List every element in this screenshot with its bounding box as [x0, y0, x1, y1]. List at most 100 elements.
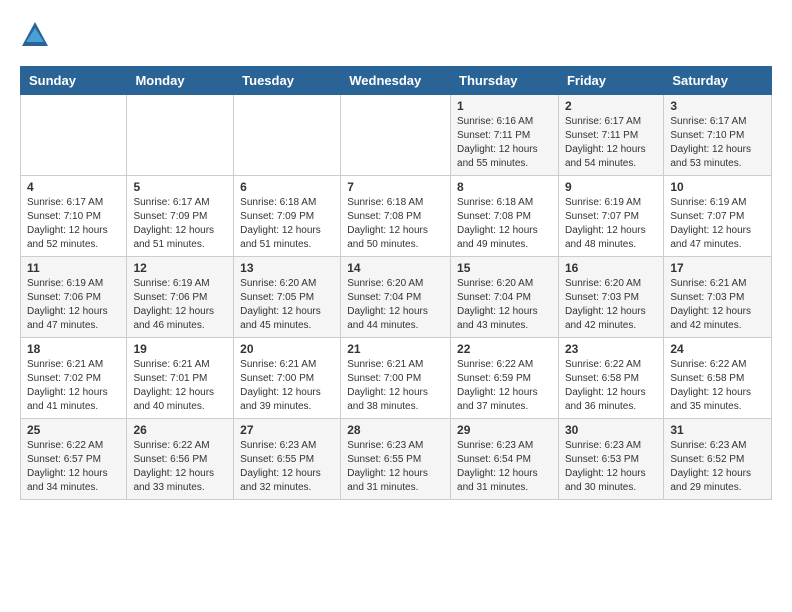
day-number: 16: [565, 261, 657, 275]
calendar-cell: 9 Sunrise: 6:19 AMSunset: 7:07 PMDaylight…: [558, 176, 663, 257]
calendar-cell: 19 Sunrise: 6:21 AMSunset: 7:01 PMDayligh…: [127, 338, 234, 419]
day-number: 6: [240, 180, 334, 194]
day-number: 15: [457, 261, 552, 275]
day-info: Sunrise: 6:23 AMSunset: 6:53 PMDaylight:…: [565, 439, 657, 495]
day-header-friday: Friday: [558, 67, 663, 95]
calendar-cell: 6 Sunrise: 6:18 AMSunset: 7:09 PMDaylight…: [234, 176, 341, 257]
day-info: Sunrise: 6:17 AMSunset: 7:10 PMDaylight:…: [27, 196, 120, 252]
day-header-monday: Monday: [127, 67, 234, 95]
calendar-cell: 21 Sunrise: 6:21 AMSunset: 7:00 PMDayligh…: [341, 338, 451, 419]
day-info: Sunrise: 6:20 AMSunset: 7:04 PMDaylight:…: [347, 277, 444, 333]
day-header-sunday: Sunday: [21, 67, 127, 95]
calendar-cell: [127, 95, 234, 176]
day-info: Sunrise: 6:22 AMSunset: 6:57 PMDaylight:…: [27, 439, 120, 495]
calendar-cell: 23Sunrise: 6:22 AMSunset: 6:58 PMDayligh…: [558, 338, 663, 419]
day-info: Sunrise: 6:21 AMSunset: 7:01 PMDaylight:…: [133, 358, 227, 414]
day-number: 24: [670, 342, 765, 356]
day-number: 22: [457, 342, 552, 356]
day-number: 3: [670, 99, 765, 113]
calendar-cell: 10Sunrise: 6:19 AMSunset: 7:07 PMDayligh…: [664, 176, 772, 257]
day-info: Sunrise: 6:19 AMSunset: 7:06 PMDaylight:…: [133, 277, 227, 333]
calendar-cell: 16 Sunrise: 6:20 AMSunset: 7:03 PMDayligh…: [558, 257, 663, 338]
calendar-cell: 30 Sunrise: 6:23 AMSunset: 6:53 PMDayligh…: [558, 419, 663, 500]
calendar-cell: [21, 95, 127, 176]
calendar-cell: 18 Sunrise: 6:21 AMSunset: 7:02 PMDayligh…: [21, 338, 127, 419]
calendar-header-row: SundayMondayTuesdayWednesdayThursdayFrid…: [21, 67, 772, 95]
day-info: Sunrise: 6:21 AMSunset: 7:00 PMDaylight:…: [347, 358, 444, 414]
day-number: 31: [670, 423, 765, 437]
calendar-cell: 26 Sunrise: 6:22 AMSunset: 6:56 PMDayligh…: [127, 419, 234, 500]
calendar-cell: 1 Sunrise: 6:16 AMSunset: 7:11 PMDaylight…: [451, 95, 559, 176]
calendar-cell: 5 Sunrise: 6:17 AMSunset: 7:09 PMDaylight…: [127, 176, 234, 257]
day-info: Sunrise: 6:21 AMSunset: 7:03 PMDaylight:…: [670, 277, 765, 333]
day-info: Sunrise: 6:16 AMSunset: 7:11 PMDaylight:…: [457, 115, 552, 171]
day-number: 2: [565, 99, 657, 113]
day-number: 27: [240, 423, 334, 437]
day-number: 10: [670, 180, 765, 194]
day-number: 13: [240, 261, 334, 275]
calendar-cell: 25 Sunrise: 6:22 AMSunset: 6:57 PMDayligh…: [21, 419, 127, 500]
day-info: Sunrise: 6:23 AMSunset: 6:55 PMDaylight:…: [347, 439, 444, 495]
logo-icon: [20, 20, 50, 50]
day-info: Sunrise: 6:20 AMSunset: 7:03 PMDaylight:…: [565, 277, 657, 333]
day-number: 18: [27, 342, 120, 356]
day-number: 23: [565, 342, 657, 356]
day-info: Sunrise: 6:19 AMSunset: 7:06 PMDaylight:…: [27, 277, 120, 333]
calendar-cell: [234, 95, 341, 176]
calendar-cell: 17Sunrise: 6:21 AMSunset: 7:03 PMDayligh…: [664, 257, 772, 338]
calendar-cell: 20Sunrise: 6:21 AMSunset: 7:00 PMDayligh…: [234, 338, 341, 419]
day-number: 14: [347, 261, 444, 275]
day-info: Sunrise: 6:20 AMSunset: 7:04 PMDaylight:…: [457, 277, 552, 333]
calendar-cell: 14 Sunrise: 6:20 AMSunset: 7:04 PMDayligh…: [341, 257, 451, 338]
calendar-cell: 27 Sunrise: 6:23 AMSunset: 6:55 PMDayligh…: [234, 419, 341, 500]
calendar-cell: 15 Sunrise: 6:20 AMSunset: 7:04 PMDayligh…: [451, 257, 559, 338]
day-number: 25: [27, 423, 120, 437]
day-number: 11: [27, 261, 120, 275]
day-info: Sunrise: 6:19 AMSunset: 7:07 PMDaylight:…: [565, 196, 657, 252]
calendar-cell: 3Sunrise: 6:17 AMSunset: 7:10 PMDaylight…: [664, 95, 772, 176]
day-info: Sunrise: 6:18 AMSunset: 7:08 PMDaylight:…: [347, 196, 444, 252]
day-info: Sunrise: 6:17 AMSunset: 7:09 PMDaylight:…: [133, 196, 227, 252]
day-number: 1: [457, 99, 552, 113]
day-number: 5: [133, 180, 227, 194]
day-info: Sunrise: 6:22 AMSunset: 6:59 PMDaylight:…: [457, 358, 552, 414]
day-info: Sunrise: 6:22 AMSunset: 6:56 PMDaylight:…: [133, 439, 227, 495]
day-info: Sunrise: 6:20 AMSunset: 7:05 PMDaylight:…: [240, 277, 334, 333]
day-header-thursday: Thursday: [451, 67, 559, 95]
day-header-wednesday: Wednesday: [341, 67, 451, 95]
day-number: 4: [27, 180, 120, 194]
calendar-week-4: 18 Sunrise: 6:21 AMSunset: 7:02 PMDayligh…: [21, 338, 772, 419]
day-number: 9: [565, 180, 657, 194]
calendar-week-3: 11 Sunrise: 6:19 AMSunset: 7:06 PMDayligh…: [21, 257, 772, 338]
day-header-saturday: Saturday: [664, 67, 772, 95]
day-number: 8: [457, 180, 552, 194]
day-number: 26: [133, 423, 227, 437]
day-info: Sunrise: 6:21 AMSunset: 7:02 PMDaylight:…: [27, 358, 120, 414]
calendar-cell: 24 Sunrise: 6:22 AMSunset: 6:58 PMDayligh…: [664, 338, 772, 419]
day-number: 21: [347, 342, 444, 356]
day-number: 12: [133, 261, 227, 275]
calendar-cell: 28 Sunrise: 6:23 AMSunset: 6:55 PMDayligh…: [341, 419, 451, 500]
calendar-cell: 22 Sunrise: 6:22 AMSunset: 6:59 PMDayligh…: [451, 338, 559, 419]
day-info: Sunrise: 6:18 AMSunset: 7:09 PMDaylight:…: [240, 196, 334, 252]
day-info: Sunrise: 6:23 AMSunset: 6:55 PMDaylight:…: [240, 439, 334, 495]
day-number: 30: [565, 423, 657, 437]
day-number: 19: [133, 342, 227, 356]
day-info: Sunrise: 6:21 AMSunset: 7:00 PMDaylight:…: [240, 358, 334, 414]
day-info: Sunrise: 6:18 AMSunset: 7:08 PMDaylight:…: [457, 196, 552, 252]
day-info: Sunrise: 6:17 AMSunset: 7:11 PMDaylight:…: [565, 115, 657, 171]
calendar-table: SundayMondayTuesdayWednesdayThursdayFrid…: [20, 66, 772, 500]
logo: [20, 20, 54, 50]
calendar-cell: 8 Sunrise: 6:18 AMSunset: 7:08 PMDaylight…: [451, 176, 559, 257]
day-number: 29: [457, 423, 552, 437]
day-header-tuesday: Tuesday: [234, 67, 341, 95]
calendar-cell: 2 Sunrise: 6:17 AMSunset: 7:11 PMDaylight…: [558, 95, 663, 176]
calendar-cell: [341, 95, 451, 176]
calendar-cell: 29 Sunrise: 6:23 AMSunset: 6:54 PMDayligh…: [451, 419, 559, 500]
calendar-cell: 11 Sunrise: 6:19 AMSunset: 7:06 PMDayligh…: [21, 257, 127, 338]
calendar-cell: 12 Sunrise: 6:19 AMSunset: 7:06 PMDayligh…: [127, 257, 234, 338]
day-info: Sunrise: 6:23 AMSunset: 6:54 PMDaylight:…: [457, 439, 552, 495]
calendar-cell: 4 Sunrise: 6:17 AMSunset: 7:10 PMDaylight…: [21, 176, 127, 257]
day-info: Sunrise: 6:22 AMSunset: 6:58 PMDaylight:…: [670, 358, 765, 414]
day-number: 28: [347, 423, 444, 437]
